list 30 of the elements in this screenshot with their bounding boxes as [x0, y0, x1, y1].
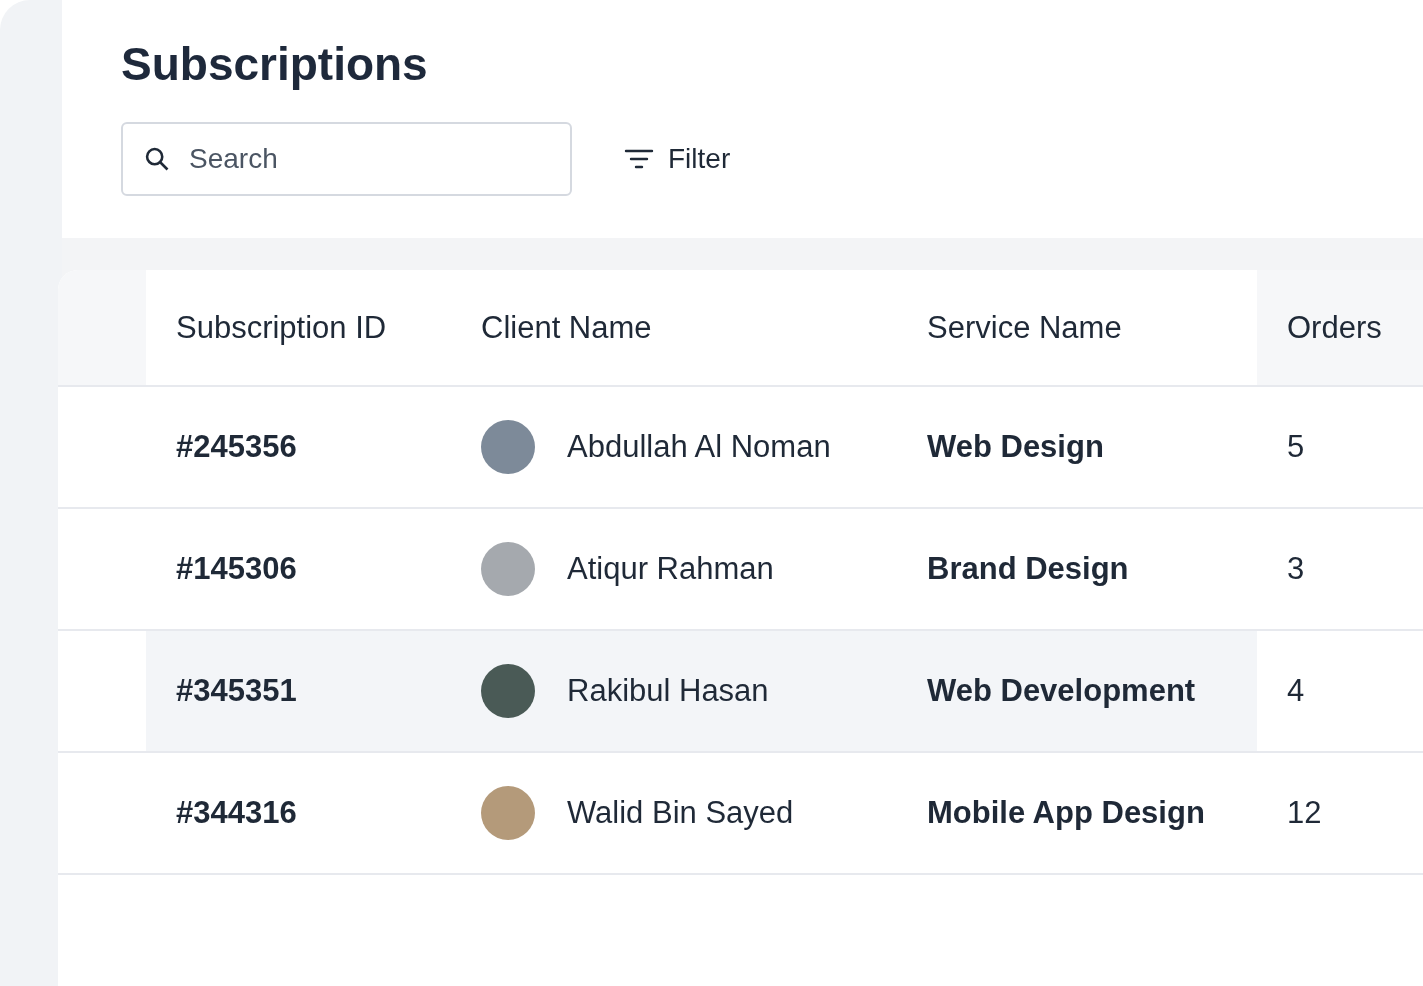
avatar	[481, 786, 535, 840]
table-cell: 5	[1287, 429, 1305, 465]
table-cell: Rakibul Hasan	[567, 673, 769, 709]
row-highlight[interactable]: #345351 Rakibul Hasan Web Development	[146, 631, 1257, 751]
table-cell: 3	[1287, 551, 1305, 587]
table-cell: Brand Design	[927, 551, 1129, 587]
table-cell: #245356	[176, 429, 297, 465]
table-cell: 12	[1287, 795, 1322, 831]
search-icon	[143, 145, 171, 173]
avatar	[481, 664, 535, 718]
table-cell: #345351	[176, 673, 297, 709]
avatar	[481, 420, 535, 474]
filter-icon	[624, 148, 654, 170]
table-cell: Web Design	[927, 429, 1104, 465]
column-header: Client Name	[481, 309, 652, 346]
column-header: Service Name	[927, 309, 1122, 346]
filter-button[interactable]: Filter	[624, 143, 731, 175]
table-cell: #344316	[176, 795, 297, 831]
table-cell: Mobile App Design	[927, 795, 1205, 831]
table-cell: 4	[1287, 673, 1305, 709]
table-cell: Web Development	[927, 673, 1196, 709]
table-cell: #145306	[176, 551, 297, 587]
table-cell: Atiqur Rahman	[567, 551, 774, 587]
column-header: Subscription ID	[176, 309, 387, 346]
avatar	[481, 542, 535, 596]
column-header: Orders	[1287, 309, 1382, 346]
page-title: Subscriptions	[121, 37, 429, 92]
table-cell: Walid Bin Sayed	[567, 795, 794, 831]
search-field[interactable]: Search	[121, 122, 572, 196]
table-cell: Abdullah Al Noman	[567, 429, 831, 465]
